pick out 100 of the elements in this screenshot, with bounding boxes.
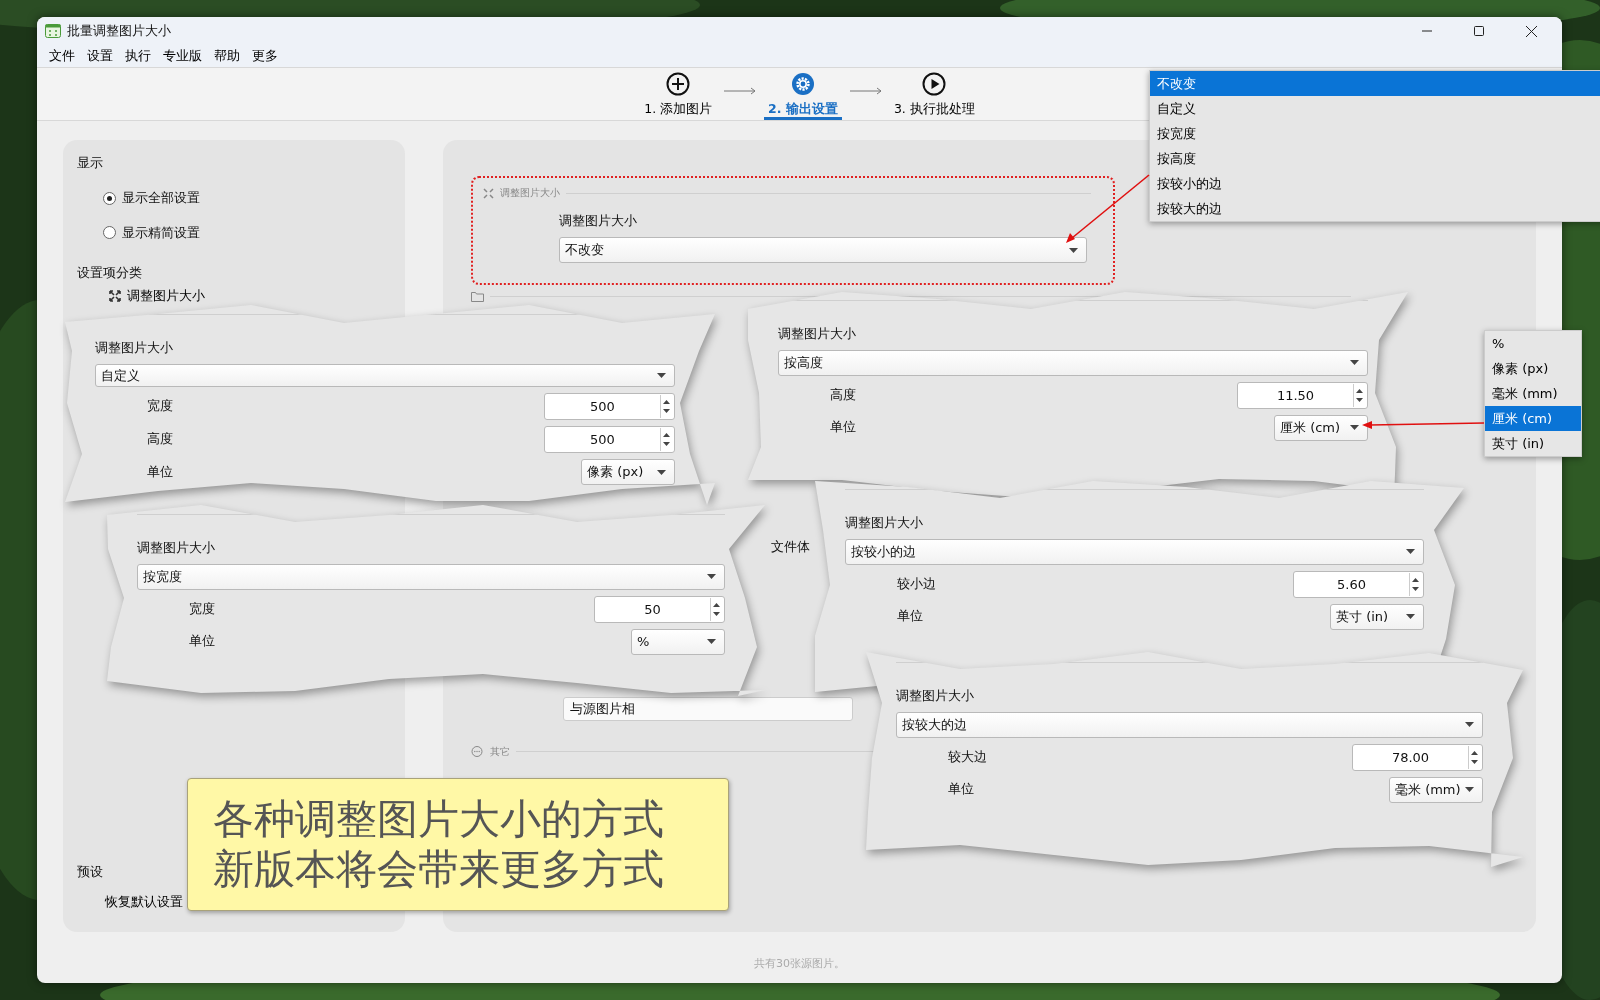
field-label: 调整图片大小 — [778, 325, 857, 343]
menu-option[interactable]: 按宽度 — [1150, 121, 1600, 146]
preset-item[interactable]: 恢复默认设置 — [105, 893, 183, 912]
more-icon — [471, 746, 484, 758]
gear-icon — [791, 72, 815, 96]
radio-button[interactable] — [103, 226, 116, 240]
caret-icon — [707, 639, 716, 645]
menu-option[interactable]: 不改变 — [1150, 71, 1600, 96]
dropdown[interactable]: 像素 (px) — [581, 459, 675, 485]
menu-option[interactable]: 毫米 (mm) — [1485, 381, 1581, 406]
menu-option[interactable]: 像素 (px) — [1485, 356, 1581, 381]
field-label: 较大边 — [948, 747, 987, 766]
number-field[interactable]: 11.50 — [1237, 381, 1368, 409]
category-item[interactable]: 调整图片大小 — [109, 287, 205, 306]
menu-item[interactable]: 文件 — [43, 46, 81, 66]
field-label: 调整图片大小 — [559, 212, 638, 231]
menu-item[interactable]: 更多 — [246, 46, 284, 66]
field-label: 调整图片大小 — [95, 338, 174, 357]
close-icon — [1525, 25, 1537, 37]
spin-arrows-icon[interactable] — [1409, 572, 1421, 596]
app-icon — [45, 24, 61, 38]
input-field[interactable]: 与源图片相 — [563, 696, 853, 721]
field-label: 单位 — [948, 780, 974, 799]
field-label: 高度 — [830, 385, 856, 404]
menu-item[interactable]: 设置 — [81, 46, 119, 66]
caret-icon — [1465, 787, 1474, 793]
dropdown[interactable]: % — [631, 628, 725, 655]
radio-button[interactable] — [103, 191, 116, 205]
option-label[interactable]: 显示全部设置 — [122, 188, 200, 208]
caret-icon — [657, 469, 666, 475]
window-title: 批量调整图片大小 — [67, 21, 172, 40]
caret-icon — [1406, 549, 1415, 555]
resize-icon — [109, 290, 121, 303]
arrow-icon — [724, 87, 757, 95]
menu-option[interactable]: 按较大的边 — [1150, 196, 1600, 221]
section-heading: 显示 — [77, 154, 103, 172]
field-label: 高度 — [147, 430, 173, 449]
caret-icon — [1069, 247, 1078, 253]
folder-icon — [471, 291, 484, 302]
caret-icon — [657, 372, 666, 378]
section-title: 其它 — [490, 744, 510, 759]
step-tab[interactable]: 1. 添加图片 — [640, 68, 717, 120]
field-label: 单位 — [897, 607, 923, 626]
spin-arrows-icon[interactable] — [660, 395, 672, 418]
menu-option[interactable]: 按较小的边 — [1150, 171, 1600, 196]
menu-item[interactable]: 执行 — [119, 46, 157, 66]
dropdown[interactable]: 按较大的边 — [896, 711, 1483, 738]
menu-option[interactable]: 厘米 (cm) — [1485, 406, 1581, 431]
callout-text: 新版本将会带来更多方式 — [213, 844, 665, 894]
step-tab[interactable]: 2. 输出设置 — [764, 68, 842, 120]
number-field[interactable]: 5.60 — [1293, 570, 1424, 598]
dropdown[interactable]: 厘米 (cm) — [1274, 414, 1368, 441]
number-field[interactable]: 500 — [544, 393, 675, 420]
field-label: 调整图片大小 — [845, 514, 924, 532]
caret-icon — [1465, 722, 1474, 728]
play-icon — [922, 72, 947, 96]
spin-arrows-icon[interactable] — [1353, 383, 1365, 407]
menu-item[interactable]: 帮助 — [208, 46, 246, 66]
menu-item[interactable]: 专业版 — [157, 46, 208, 66]
dropdown[interactable]: 不改变 — [559, 237, 1087, 263]
step-tab[interactable]: 3. 执行批处理 — [889, 68, 979, 120]
field-label: 宽度 — [147, 397, 173, 416]
number-field[interactable]: 50 — [594, 595, 725, 623]
option-label[interactable]: 显示精简设置 — [122, 223, 200, 243]
number-field[interactable]: 78.00 — [1352, 743, 1483, 771]
section-title: 调整图片大小 — [500, 186, 560, 200]
section-heading: 设置项分类 — [77, 264, 142, 283]
field-label: 较小边 — [897, 574, 936, 593]
menu-option[interactable]: 英寸 (in) — [1485, 431, 1581, 456]
number-field[interactable]: 500 — [544, 426, 675, 453]
resize-icon — [483, 187, 494, 199]
spin-arrows-icon[interactable] — [710, 597, 722, 621]
caret-icon — [1350, 425, 1359, 431]
caret-icon — [1406, 614, 1415, 620]
dropdown[interactable]: 按宽度 — [137, 563, 725, 590]
menu-option[interactable]: % — [1485, 331, 1581, 356]
menu-option[interactable]: 按高度 — [1150, 146, 1600, 171]
field-label: 单位 — [830, 418, 856, 437]
dropdown[interactable]: 自定义 — [95, 363, 675, 387]
caret-icon — [1350, 360, 1359, 366]
dropdown[interactable]: 英寸 (in) — [1330, 603, 1424, 630]
dropdown[interactable]: 按较小的边 — [845, 538, 1424, 565]
field-label: 宽度 — [189, 599, 215, 618]
field-label: 单位 — [147, 462, 173, 481]
menu-option[interactable]: 自定义 — [1150, 96, 1600, 121]
spin-arrows-icon[interactable] — [660, 428, 672, 451]
option-label: 文件体 — [771, 539, 810, 554]
status-text: 共有30张源图片。 — [753, 955, 846, 972]
field-label: 调整图片大小 — [896, 687, 975, 705]
maximize-icon — [1474, 26, 1484, 36]
dropdown[interactable]: 毫米 (mm) — [1389, 776, 1483, 803]
spin-arrows-icon[interactable] — [1468, 745, 1480, 769]
section-heading: 预设 — [77, 862, 103, 881]
plus-icon — [666, 72, 691, 96]
arrow-icon — [849, 87, 882, 95]
field-label: 调整图片大小 — [137, 539, 216, 557]
caret-icon — [707, 574, 716, 580]
field-label: 单位 — [189, 632, 215, 651]
callout-text: 各种调整图片大小的方式 — [213, 795, 665, 845]
dropdown[interactable]: 按高度 — [778, 349, 1368, 376]
